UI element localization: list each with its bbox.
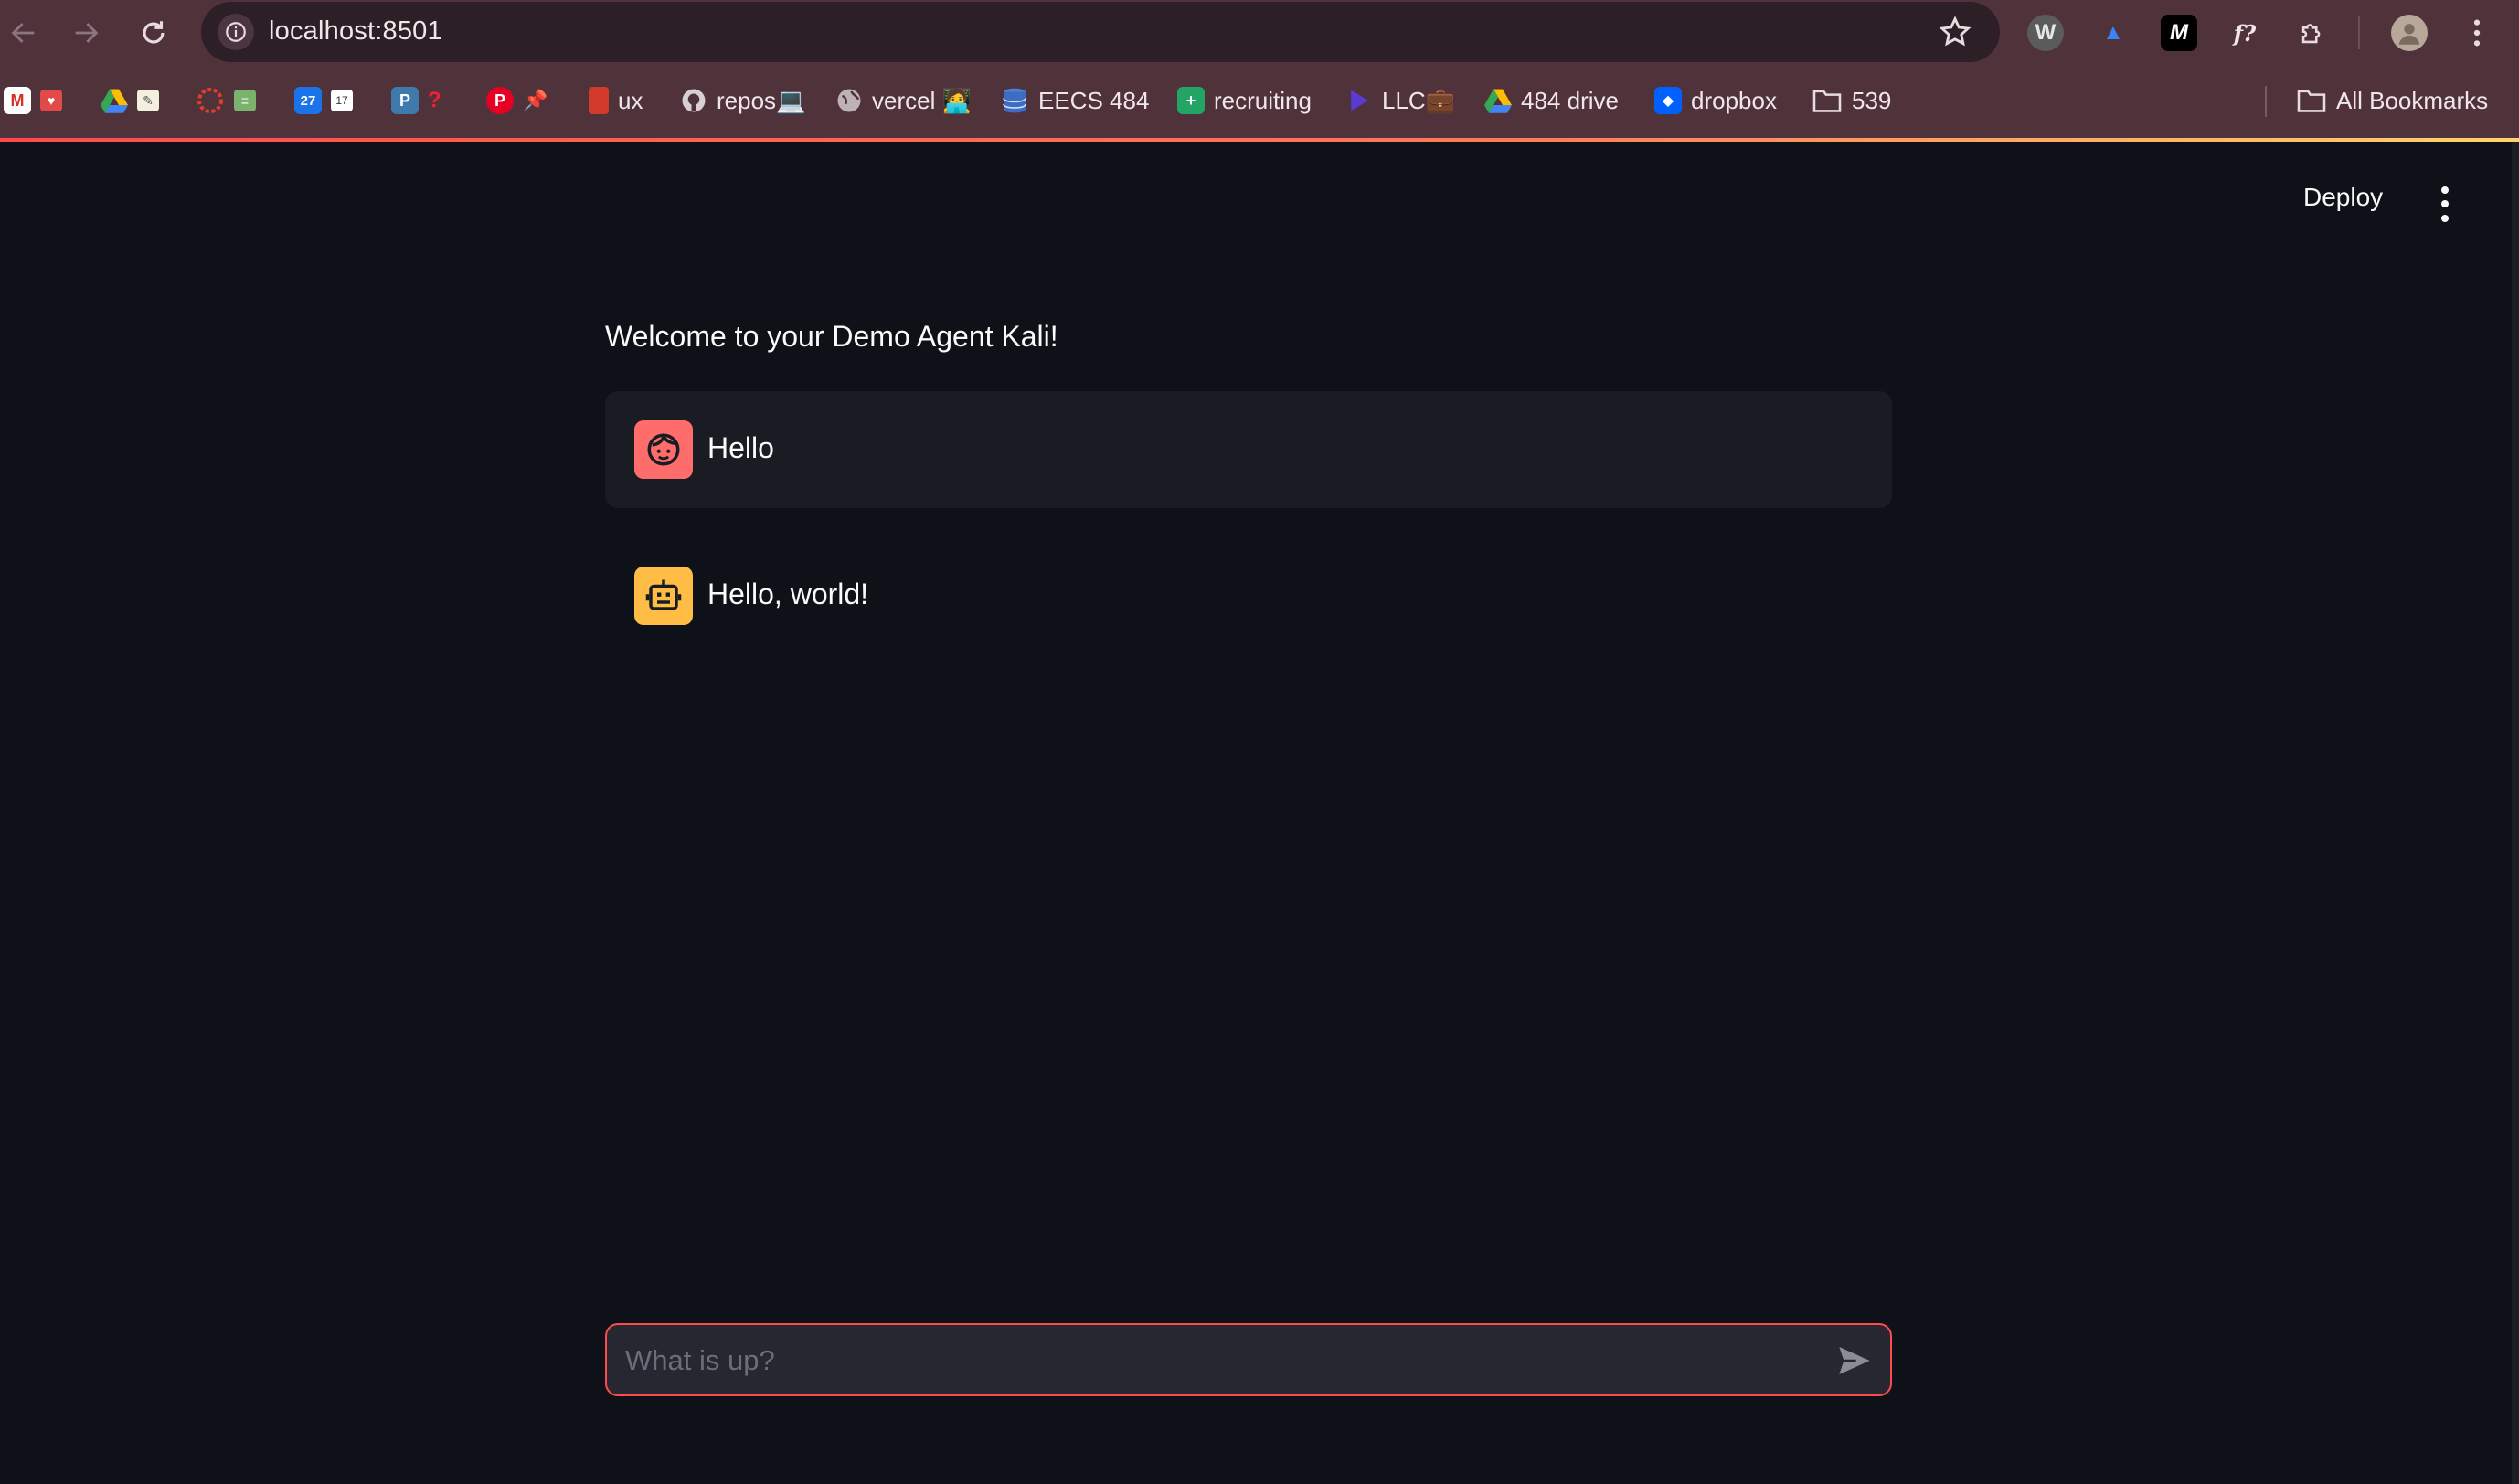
dropbox-icon: ◆ xyxy=(1654,87,1682,114)
chat-message-user: Hello xyxy=(605,391,1892,508)
bookmark-label: dropbox xyxy=(1691,86,1777,114)
bookmark-star-icon[interactable] xyxy=(1938,15,1972,49)
send-button[interactable] xyxy=(1835,1341,1874,1380)
play-icon xyxy=(1351,90,1368,111)
books-icon: ≡ xyxy=(234,90,256,111)
bookmark-llc[interactable]: LLC💼 xyxy=(1345,80,1455,121)
extension-medium-icon[interactable]: M xyxy=(2161,15,2197,51)
extensions-puzzle-icon[interactable] xyxy=(2294,15,2331,51)
bookmark-dropbox[interactable]: ◆ dropbox xyxy=(1654,80,1777,121)
forward-button[interactable] xyxy=(66,13,106,53)
message-text: Hello, world! xyxy=(707,578,869,610)
assistant-avatar xyxy=(634,567,693,625)
send-icon xyxy=(1839,1347,1870,1374)
chat-message-assistant: Hello, world! xyxy=(605,537,1892,654)
bookmarks-bar: M ♥ ✎ ≡ 27 17 P ? P 📌 ux repos💻 vercel 🧑… xyxy=(0,73,2519,128)
bookmark-484-drive[interactable]: 484 drive xyxy=(1484,80,1619,121)
profile-avatar[interactable] xyxy=(2391,15,2428,51)
question-icon: ? xyxy=(428,88,441,112)
bookmark-calendar[interactable]: 27 17 xyxy=(294,80,353,121)
bookmark-539[interactable]: 539 xyxy=(1812,80,1891,121)
message-text: Hello xyxy=(707,431,774,464)
welcome-text: Welcome to your Demo Agent Kali! xyxy=(605,320,1058,353)
bookmark-ux[interactable]: ux xyxy=(589,80,643,121)
bookmark-drive[interactable]: ✎ xyxy=(101,80,159,121)
url-text[interactable]: localhost:8501 xyxy=(269,16,442,47)
pinterest-icon: P xyxy=(486,87,514,114)
all-bookmarks-button[interactable]: All Bookmarks xyxy=(2296,80,2488,121)
drive-icon xyxy=(101,89,128,113)
database-icon xyxy=(1003,88,1026,113)
bookmark-canvas[interactable]: ≡ xyxy=(196,80,256,121)
robot-icon xyxy=(645,579,682,610)
pushpin-icon: 📌 xyxy=(523,89,548,111)
folder-icon xyxy=(2297,90,2326,112)
arrow-right-icon xyxy=(75,23,99,43)
main-menu-icon[interactable] xyxy=(2431,179,2459,228)
user-avatar xyxy=(634,420,693,479)
bookmark-label: ux xyxy=(618,86,643,114)
bookmark-eecs484[interactable]: EECS 484 xyxy=(1000,80,1149,121)
site-info-icon[interactable] xyxy=(218,14,254,50)
github-icon xyxy=(682,89,706,112)
globe-icon xyxy=(837,89,861,112)
extension-w-icon[interactable]: W xyxy=(2027,15,2064,51)
bookmark-vercel[interactable]: vercel 🧑‍💻 xyxy=(835,80,972,121)
deploy-button[interactable]: Deploy xyxy=(2303,183,2383,212)
bookmarks-divider xyxy=(2265,86,2267,117)
face-icon xyxy=(647,433,680,466)
browser-chrome: localhost:8501 W ▲ M f? M ♥ ✎ ≡ 27 17 P … xyxy=(0,0,2519,142)
book-icon xyxy=(589,87,609,114)
bookmark-label: repos💻 xyxy=(717,86,806,114)
sheets-icon: + xyxy=(1177,87,1205,114)
folder-icon xyxy=(1812,90,1842,112)
bookmark-label: vercel 🧑‍💻 xyxy=(872,86,972,114)
address-bar[interactable]: localhost:8501 xyxy=(201,2,2000,62)
bookmark-piazza[interactable]: P ? xyxy=(391,80,441,121)
bookmark-repos[interactable]: repos💻 xyxy=(680,80,805,121)
piazza-icon: P xyxy=(391,87,419,114)
toolbar-divider xyxy=(2358,16,2360,49)
pocket-icon: ♥ xyxy=(40,90,62,111)
chat-input-container xyxy=(605,1323,1892,1396)
window-edge xyxy=(2512,142,2519,1484)
browser-toolbar: localhost:8501 W ▲ M f? xyxy=(0,0,2519,66)
chat-input[interactable] xyxy=(623,1325,1815,1396)
reload-button[interactable] xyxy=(133,13,174,53)
all-bookmarks-label: All Bookmarks xyxy=(2336,86,2489,114)
app-header-decoration xyxy=(0,138,2519,142)
canvas-icon xyxy=(197,88,223,113)
bookmark-label: 539 xyxy=(1852,86,1892,114)
arrow-left-icon xyxy=(11,23,35,43)
bookmark-label: LLC💼 xyxy=(1382,86,1456,114)
extension-formula-icon[interactable]: f? xyxy=(2227,15,2263,51)
bookmark-recruiting[interactable]: + recruiting xyxy=(1177,80,1312,121)
reload-icon xyxy=(143,21,165,44)
bookmark-pinterest[interactable]: P 📌 xyxy=(486,80,547,121)
calendar-small-icon: 17 xyxy=(331,90,353,111)
calendar-icon: 27 xyxy=(294,87,322,114)
extension-triangle-icon[interactable]: ▲ xyxy=(2095,15,2131,51)
browser-menu-icon[interactable] xyxy=(2459,15,2495,51)
back-button[interactable] xyxy=(4,13,44,53)
bookmark-gmail[interactable]: M ♥ xyxy=(4,80,62,121)
bookmark-label: EECS 484 xyxy=(1038,86,1150,114)
gmail-icon: M xyxy=(4,87,31,114)
notes-icon: ✎ xyxy=(137,90,159,111)
bookmark-label: recruiting xyxy=(1214,86,1312,114)
drive-icon xyxy=(1484,89,1512,113)
bookmark-label: 484 drive xyxy=(1521,86,1619,114)
